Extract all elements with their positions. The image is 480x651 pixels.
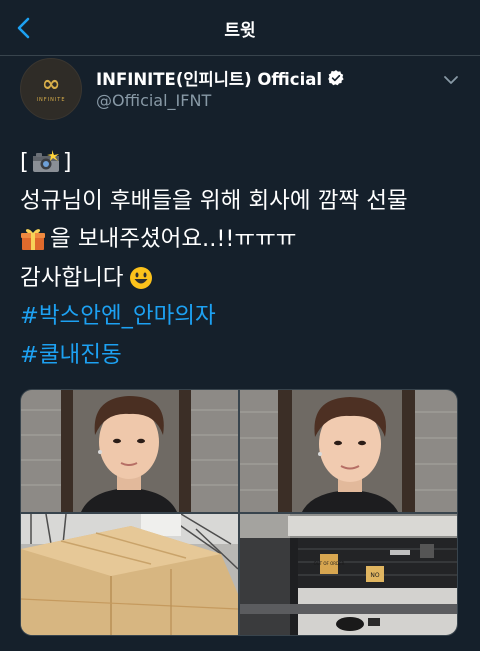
bracket-close: ] (62, 149, 72, 175)
chevron-down-icon[interactable] (441, 70, 461, 90)
author-name-row: INFINITE(인피니트) Official (96, 66, 345, 90)
user-handle[interactable]: @Official_IFNT (96, 91, 211, 110)
tweet-line-2: 성규님이 후배들을 위해 회사에 깜짝 선물 (20, 187, 408, 214)
tweet-text: [ ] 성규님이 후배들을 위해 회사에 깜짝 선물 을 보내주셨어요..!!ㅠ… (20, 143, 470, 374)
avatar-logo-word: INFINITE (36, 97, 66, 103)
sign-out-of-order: OUT OF ORDER (314, 561, 345, 566)
gift-emoji (21, 229, 45, 251)
media-grid: OUT OF ORDER NO (20, 389, 458, 636)
tweet-line-3-text: 을 보내주셨어요..!!ㅠㅠㅠ (50, 226, 297, 252)
hashtag-link[interactable]: #박스안엔_안마의자 (20, 297, 216, 336)
tweet-photo-4[interactable]: OUT OF ORDER NO (240, 514, 457, 635)
hashtag-line-2: #쿨내진동 (20, 336, 470, 375)
hashtag-line-1: #박스안엔_안마의자 (20, 297, 470, 336)
top-bar: 트윗 (0, 0, 480, 56)
tweet-photo-2[interactable] (240, 390, 457, 512)
smiley-emoji (129, 266, 152, 289)
avatar[interactable]: ∞ INFINITE (20, 58, 82, 120)
verified-badge-icon (328, 70, 344, 86)
tweet-line-4-text: 감사합니다 (20, 264, 124, 291)
display-name[interactable]: INFINITE(인피니트) Official (96, 66, 322, 90)
page-title: 트윗 (224, 21, 256, 41)
sign-no: NO (370, 572, 379, 579)
camera-flash-emoji (32, 150, 59, 173)
tweet-line-3: 을 보내주셨어요..!!ㅠㅠㅠ (20, 220, 470, 259)
tweet-photo-1[interactable] (21, 390, 238, 512)
tweet-photo-3[interactable] (21, 514, 238, 635)
avatar-logo-mark: ∞ (41, 72, 61, 97)
hashtag-link[interactable]: #쿨내진동 (20, 336, 122, 375)
tweet-line-1: [ ] (20, 143, 470, 182)
bracket-open: [ (20, 149, 29, 175)
tweet-line-4: 감사합니다 (20, 259, 470, 298)
